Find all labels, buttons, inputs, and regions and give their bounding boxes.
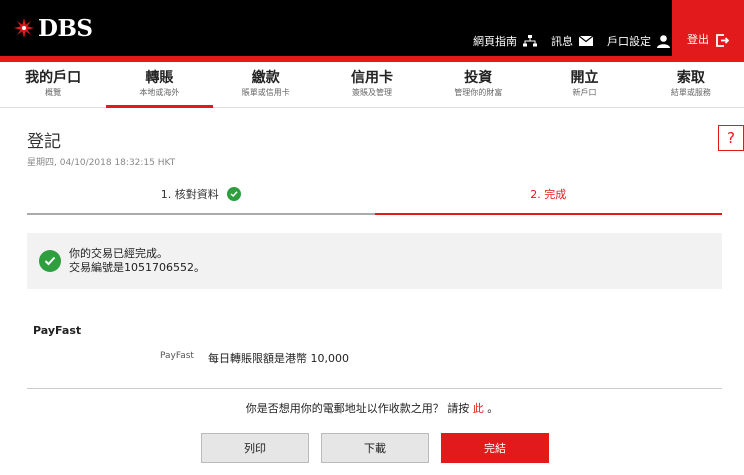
email-prompt-suffix: 。 xyxy=(487,402,499,415)
messages-label: 訊息 xyxy=(551,35,573,48)
logout-button[interactable]: 登出 xyxy=(672,0,744,56)
nav-sublabel: 結單或服務 xyxy=(670,88,711,97)
nav-sublabel: 管理你的財富 xyxy=(454,88,503,97)
top-header: DBS 網頁指南 訊息 戶口設定 登出 xyxy=(0,0,744,56)
divider xyxy=(27,388,722,389)
site-guide-label: 網頁指南 xyxy=(473,35,517,48)
nav-label: 索取 xyxy=(676,70,705,86)
step-label: 2. 完成 xyxy=(530,188,567,201)
payfast-limit: 每日轉賬限額是港幣 10,000 xyxy=(208,352,349,365)
nav-label: 我的戶口 xyxy=(25,70,82,86)
success-message: 你的交易已經完成。 交易編號是1051706552。 xyxy=(27,233,722,289)
success-check-icon xyxy=(39,250,61,272)
download-button[interactable]: 下載 xyxy=(321,433,429,463)
nav-label: 信用卡 xyxy=(350,70,393,86)
help-button[interactable]: ? xyxy=(718,125,744,151)
nav-transfer[interactable]: 轉賬 本地或海外 xyxy=(106,62,213,108)
email-prompt-text: 你是否想用你的電郵地址以作收款之用？ 請按 xyxy=(245,402,470,415)
nav-credit-card[interactable]: 信用卡 簽賬及管理 xyxy=(319,62,425,107)
step-complete: 2. 完成 xyxy=(374,175,722,215)
progress-steps: 1. 核對資料 2. 完成 xyxy=(27,175,722,215)
nav-sublabel: 概覽 xyxy=(45,88,62,97)
transaction-number: 交易編號是1051706552。 xyxy=(69,261,205,274)
envelope-icon xyxy=(579,36,593,46)
print-button[interactable]: 列印 xyxy=(201,433,309,463)
brand-name: DBS xyxy=(38,14,93,42)
nav-sublabel: 新戶口 xyxy=(572,88,597,97)
main-nav: 我的戶口 概覽 轉賬 本地或海外 繳款 賬單或信用卡 信用卡 簽賬及管理 投資 … xyxy=(0,62,744,108)
nav-label: 繳款 xyxy=(251,70,280,86)
user-icon xyxy=(657,34,670,48)
step-verify: 1. 核對資料 xyxy=(27,175,375,215)
nav-payment[interactable]: 繳款 賬單或信用卡 xyxy=(213,62,319,107)
nav-sublabel: 賬單或信用卡 xyxy=(241,88,290,97)
nav-invest[interactable]: 投資 管理你的財富 xyxy=(425,62,531,107)
success-line: 你的交易已經完成。 xyxy=(69,247,168,260)
logout-label: 登出 xyxy=(687,33,709,46)
page-title: 登記 xyxy=(27,132,61,152)
nav-sublabel: 簽賬及管理 xyxy=(351,88,392,97)
utility-links: 網頁指南 訊息 戶口設定 xyxy=(473,33,670,49)
nav-label: 開立 xyxy=(570,70,599,86)
step-label: 1. 核對資料 xyxy=(160,188,219,201)
nav-sublabel: 本地或海外 xyxy=(139,88,180,97)
account-settings-link[interactable]: 戶口設定 xyxy=(607,33,670,49)
nav-label: 投資 xyxy=(464,70,493,86)
email-prompt: 你是否想用你的電郵地址以作收款之用？ 請按 此 。 xyxy=(0,400,744,416)
check-circle-icon xyxy=(226,187,241,201)
nav-my-accounts[interactable]: 我的戶口 概覽 xyxy=(0,62,106,107)
dbs-logo[interactable]: DBS xyxy=(14,13,93,43)
site-guide-link[interactable]: 網頁指南 xyxy=(473,33,537,49)
email-here-link[interactable]: 此 xyxy=(473,402,484,415)
nav-request[interactable]: 索取 結單或服務 xyxy=(638,62,744,107)
dbs-star-icon xyxy=(14,18,34,38)
sitemap-icon xyxy=(523,35,537,47)
account-settings-label: 戶口設定 xyxy=(607,35,651,48)
finish-button[interactable]: 完結 xyxy=(441,433,549,463)
payfast-heading: PayFast xyxy=(33,324,82,337)
messages-link[interactable]: 訊息 xyxy=(551,33,593,49)
timestamp: 星期四, 04/10/2018 18:32:15 HKT xyxy=(27,158,176,168)
nav-open-account[interactable]: 開立 新戶口 xyxy=(531,62,637,107)
nav-label: 轉賬 xyxy=(145,70,174,86)
logout-icon xyxy=(716,34,729,47)
success-text: 你的交易已經完成。 交易編號是1051706552。 xyxy=(69,247,205,275)
payfast-label: PayFast xyxy=(160,351,194,361)
